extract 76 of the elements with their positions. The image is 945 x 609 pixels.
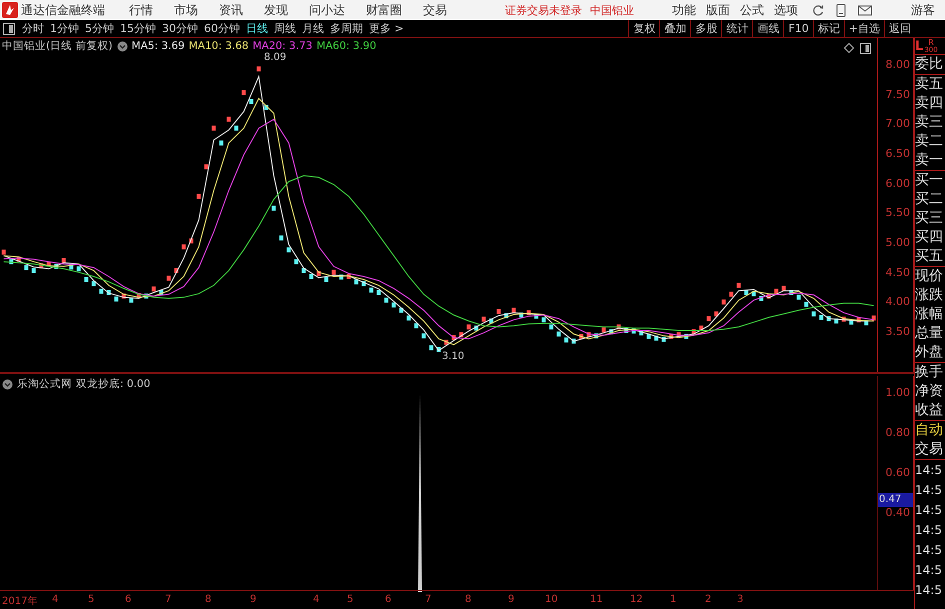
quote-label: 外盘 xyxy=(915,343,944,362)
quote-label: 净资 xyxy=(915,382,944,401)
axis-label: 4.00 xyxy=(886,295,910,308)
quote-label: 卖一 xyxy=(915,151,944,170)
axis-label: 5.50 xyxy=(886,206,910,220)
quote-label: 买五 xyxy=(915,247,944,266)
cursor-value-label: 0.47 xyxy=(878,493,914,507)
chart-title: 中国铝业(日线 前复权) xyxy=(2,39,113,53)
trade-time: 14:5 xyxy=(915,542,943,559)
indicator-reading: 双龙抄底: 0.00 xyxy=(76,377,150,391)
axis-label: 10 xyxy=(545,594,558,605)
price-annotation: 8.09 xyxy=(264,52,286,63)
axis-label: 6.00 xyxy=(886,176,910,190)
axis-label: 8 xyxy=(465,594,472,605)
axis-label: 7 xyxy=(165,594,172,605)
axis-label: 4 xyxy=(52,594,58,605)
axis-label: 2017年 xyxy=(2,595,38,608)
axis-label: 5.00 xyxy=(886,236,910,249)
axis-label: 11 xyxy=(590,594,603,605)
axis-label: 8 xyxy=(205,594,212,605)
quote-label: 委比 xyxy=(915,55,944,74)
quote-label: 卖五 xyxy=(915,75,944,94)
indicator-title: 乐淘公式网 xyxy=(17,377,72,391)
axis-label: 0.60 xyxy=(886,466,910,479)
status-text: 证券交易未登录 xyxy=(505,2,582,18)
axis-label: 5 xyxy=(88,594,94,605)
corner-label: L xyxy=(915,40,924,54)
status-text: 中国铝业 xyxy=(590,2,634,18)
quote-label: 买三 xyxy=(915,209,944,228)
axis-label: 1 xyxy=(670,594,676,605)
trade-time: 14:5 xyxy=(915,462,943,479)
moving-average-value: MA20: 3.73 xyxy=(252,40,312,52)
axis-label: 6 xyxy=(125,594,132,605)
quote-label: 换手 xyxy=(915,363,944,382)
axis-label: 7.00 xyxy=(886,117,910,130)
quote-label: 涨幅 xyxy=(915,305,944,324)
moving-average-value: MA60: 3.90 xyxy=(316,40,376,52)
trade-time: 14:5 xyxy=(915,562,943,579)
axis-label: 4.50 xyxy=(886,266,910,279)
axis-label: 3 xyxy=(737,594,744,605)
axis-label: 12 xyxy=(630,594,643,605)
quote-label: 卖二 xyxy=(915,132,944,151)
moving-average-value: MA5: 3.69 xyxy=(132,40,185,52)
axis-label: 3.50 xyxy=(886,324,910,338)
quote-label: 卖三 xyxy=(915,113,944,132)
axis-label: 7 xyxy=(425,594,432,605)
trade-time: 14:5 xyxy=(915,522,943,539)
quote-label: 交易 xyxy=(915,440,944,459)
axis-label: 4 xyxy=(313,594,320,605)
axis-label: 9 xyxy=(250,594,256,605)
quote-label: 涨跌 xyxy=(915,286,944,305)
price-annotation: 3.10 xyxy=(442,351,464,362)
axis-label: 6.50 xyxy=(886,146,910,160)
moving-average-value: MA10: 3.68 xyxy=(188,40,249,52)
app-title: 通达信金融终端 xyxy=(21,2,105,18)
axis-label: 8.00 xyxy=(886,58,910,71)
quote-label: 买四 xyxy=(915,228,944,247)
axis-label: 0.40 xyxy=(886,506,910,519)
axis-label: 6 xyxy=(385,594,392,605)
quote-label: 买二 xyxy=(915,190,944,209)
corner-label: R xyxy=(928,39,934,47)
quote-label: 总量 xyxy=(915,324,944,343)
axis-label: 5 xyxy=(347,594,354,605)
quote-label: 收益 xyxy=(915,401,944,420)
trade-time: 14:5 xyxy=(915,582,943,599)
quote-label: 卖四 xyxy=(915,94,944,113)
trade-time: 14:5 xyxy=(915,502,943,519)
axis-label: 1.00 xyxy=(886,386,910,399)
axis-label: 7.50 xyxy=(886,88,910,101)
quote-label: 买一 xyxy=(915,171,944,190)
quote-label: 现价 xyxy=(915,267,944,286)
axis-label: 2 xyxy=(705,594,712,605)
axis-label: 0.80 xyxy=(886,426,910,439)
trade-time: 14:5 xyxy=(915,482,943,499)
axis-label: 9 xyxy=(508,594,514,605)
quote-label: 自动 xyxy=(915,421,944,440)
